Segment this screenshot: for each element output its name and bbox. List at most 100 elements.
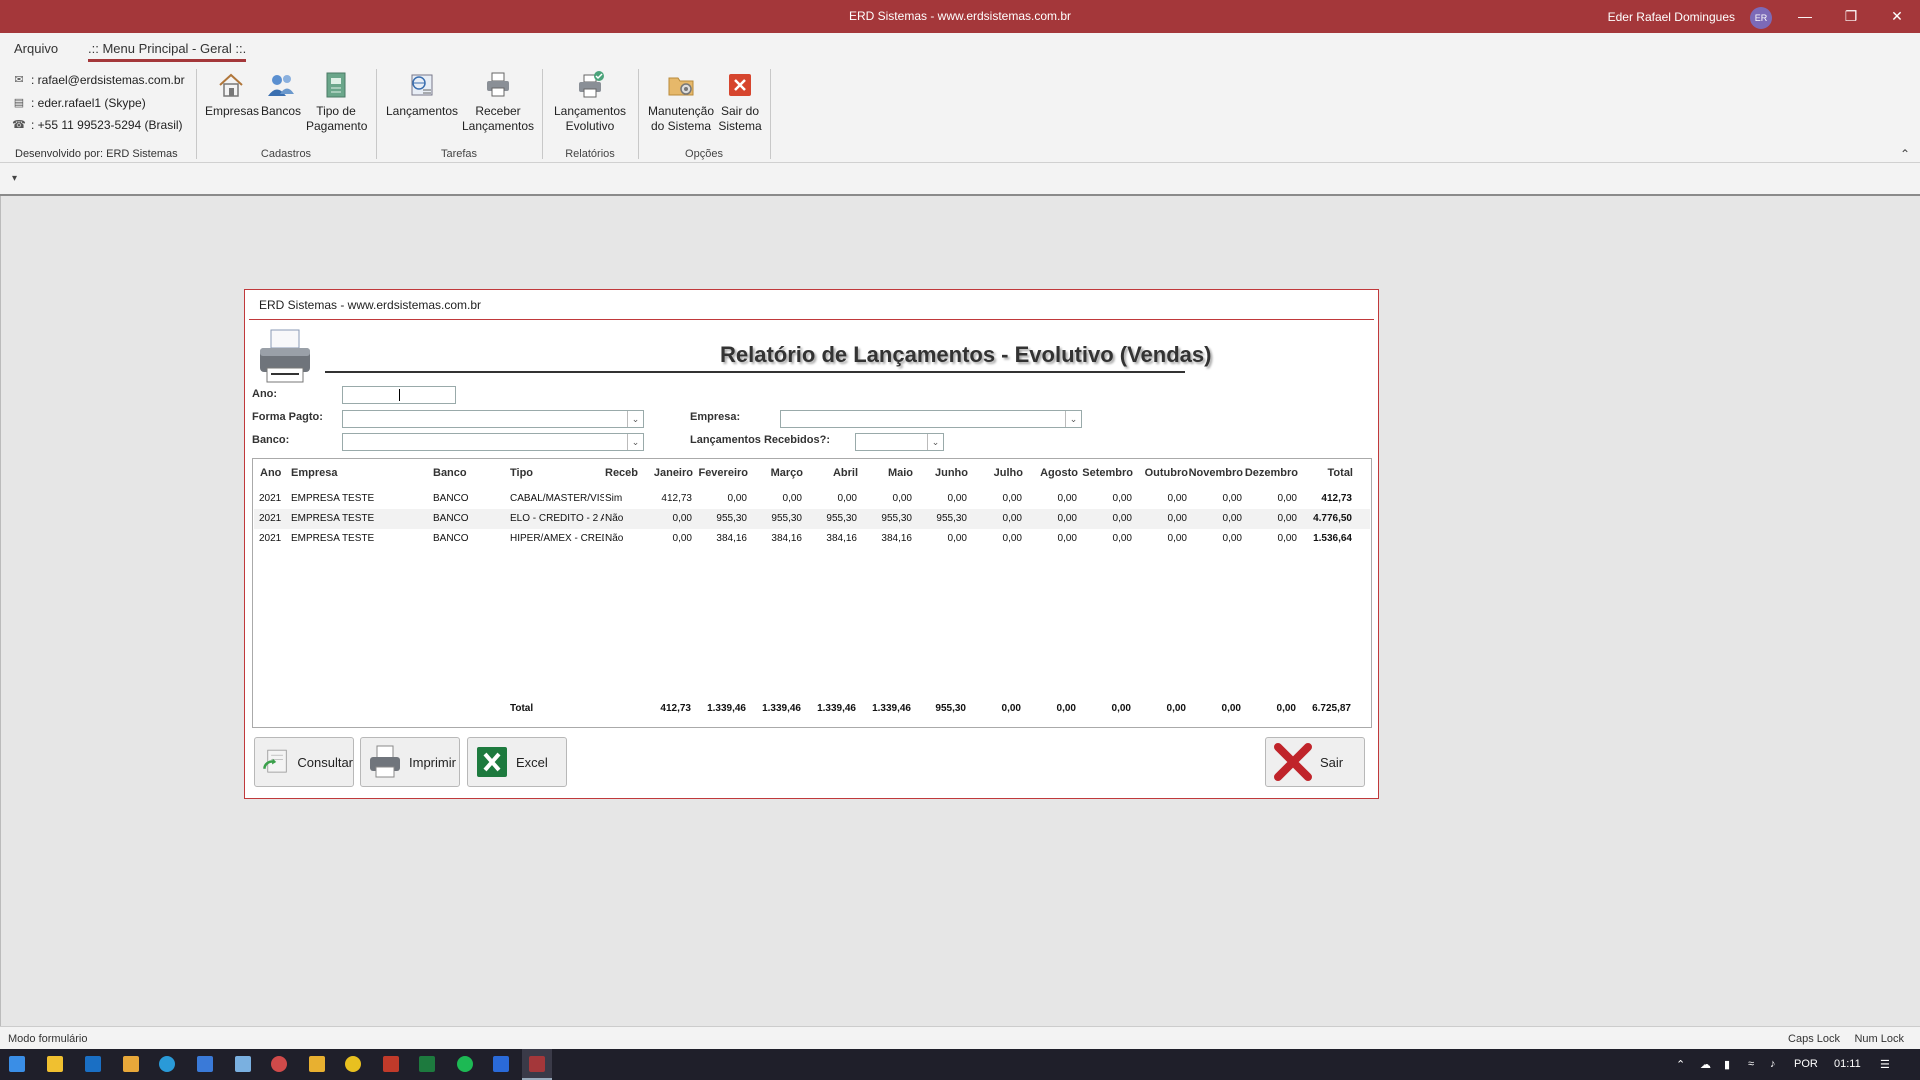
col-header-abril: Abril: [832, 467, 858, 479]
tipo-pagamento-label-1: Tipo de: [316, 104, 356, 118]
app-icon[interactable]: [309, 1056, 325, 1072]
table-cell: 0,00: [947, 533, 967, 544]
banco-select[interactable]: ⌄: [342, 433, 644, 451]
collapse-ribbon-icon[interactable]: ⌃: [1900, 147, 1910, 161]
table-cell: 955,30: [881, 513, 912, 524]
word-icon[interactable]: [493, 1056, 509, 1072]
table-cell: 0,00: [1167, 513, 1187, 524]
cloud-icon[interactable]: ☁: [1700, 1058, 1711, 1071]
tab-menu-principal[interactable]: .:: Menu Principal - Geral ::.: [88, 41, 247, 62]
restore-button[interactable]: ❐: [1828, 0, 1874, 33]
chrome-icon[interactable]: [345, 1056, 361, 1072]
excel-icon: [477, 747, 507, 777]
wifi-icon[interactable]: ≈: [1748, 1058, 1754, 1070]
contact-phone-text: : +55 11 99523-5294 (Brasil): [31, 118, 183, 132]
group-label-tarefas: Tarefas: [440, 148, 478, 160]
table-cell: 0,00: [1112, 533, 1132, 544]
house-icon: [219, 73, 243, 97]
document-icon: [326, 72, 346, 98]
status-bar: Modo formulário Caps Lock Num Lock: [0, 1026, 1920, 1049]
receber-label-1: Receber: [475, 104, 521, 118]
table-cell: 955,30: [716, 513, 747, 524]
chevron-down-icon[interactable]: ⌄: [927, 434, 943, 450]
excel-button[interactable]: Excel: [467, 737, 567, 787]
table-cell: 412,73: [661, 493, 692, 504]
evolutivo-label-2: Evolutivo: [565, 119, 615, 133]
ribbon: ✉ : rafael@erdsistemas.com.br ▤ : eder.r…: [0, 63, 1920, 163]
table-cell: Sim: [605, 493, 623, 504]
chevron-down-icon[interactable]: ⌄: [627, 411, 643, 427]
table-cell: CABAL/MASTER/VISA - DEBITO: [510, 493, 604, 504]
lancamentos-label: Lançamentos: [385, 104, 459, 118]
edge-icon[interactable]: [159, 1056, 175, 1072]
app-icon[interactable]: [271, 1056, 287, 1072]
developer-label: Desenvolvido por: ERD Sistemas: [15, 148, 178, 160]
empresas-button[interactable]: Empresas: [205, 70, 260, 119]
folder-icon[interactable]: [123, 1056, 139, 1072]
minimize-button[interactable]: —: [1782, 0, 1828, 33]
tab-arquivo[interactable]: Arquivo: [14, 41, 58, 56]
forma-pagto-select[interactable]: ⌄: [342, 410, 644, 428]
table-cell: 0,00: [672, 513, 692, 524]
tipo-pagamento-button[interactable]: Tipo de Pagamento: [306, 70, 367, 134]
table-cell: 384,16: [826, 533, 857, 544]
table-cell: 2021: [259, 513, 282, 524]
volume-icon[interactable]: ♪: [1770, 1058, 1776, 1070]
windows-start-icon[interactable]: [9, 1056, 25, 1072]
chevron-down-icon[interactable]: ⌄: [1065, 411, 1081, 427]
receber-lancamentos-button[interactable]: Receber Lançamentos: [460, 70, 536, 134]
col-header-outubro: Outubro: [1144, 467, 1188, 479]
chevron-down-icon[interactable]: ⌄: [627, 434, 643, 450]
user-name[interactable]: Eder Rafael Domingues: [1608, 10, 1735, 24]
excel-icon[interactable]: [419, 1056, 435, 1072]
app-icon[interactable]: [383, 1056, 399, 1072]
sair-sistema-button[interactable]: Sair do Sistema: [716, 70, 764, 134]
chevron-up-icon[interactable]: ⌃: [1676, 1058, 1685, 1071]
table-cell: EMPRESA TESTE: [291, 493, 375, 504]
battery-icon[interactable]: ▮: [1724, 1058, 1730, 1071]
table-row[interactable]: 2021 EMPRESA TESTE BANCO ELO - CREDITO - 2 …: [254, 509, 1370, 529]
notification-icon[interactable]: ☰: [1880, 1058, 1890, 1071]
close-icon: [1274, 743, 1312, 781]
lancamentos-button[interactable]: Lançamentos: [384, 70, 460, 119]
bancos-button[interactable]: Bancos: [259, 70, 303, 119]
banco-label: Banco:: [252, 434, 290, 446]
close-button[interactable]: ✕: [1874, 0, 1920, 33]
access-icon[interactable]: [529, 1056, 545, 1072]
table-cell: ELO - CREDITO - 2 A 6: [510, 513, 604, 524]
sair-sistema-label-1: Sair do: [720, 104, 760, 118]
clock[interactable]: 01:11: [1834, 1058, 1861, 1070]
quick-access-bar: ▾: [0, 163, 1920, 196]
avatar[interactable]: ER: [1750, 7, 1772, 29]
group-label-cadastros: Cadastros: [260, 148, 312, 160]
form-window-title: ERD Sistemas - www.erdsistemas.com.br: [259, 298, 482, 312]
recebidos-select[interactable]: ⌄: [855, 433, 944, 451]
col-header-maio: Maio: [887, 467, 913, 479]
notepad-icon[interactable]: [235, 1056, 251, 1072]
file-explorer-icon[interactable]: [47, 1056, 63, 1072]
outlook-icon[interactable]: [85, 1056, 101, 1072]
table-cell: 0,00: [782, 493, 802, 504]
table-row[interactable]: 2021 EMPRESA TESTE BANCO HIPER/AMEX - CREDI…: [254, 529, 1370, 549]
language-indicator[interactable]: POR: [1794, 1058, 1818, 1070]
consultar-button[interactable]: Consultar: [254, 737, 354, 787]
imprimir-button[interactable]: Imprimir: [360, 737, 460, 787]
lancamentos-evolutivo-button[interactable]: Lançamentos Evolutivo: [550, 70, 630, 134]
empresa-select[interactable]: ⌄: [780, 410, 1082, 428]
spotify-icon[interactable]: [457, 1056, 473, 1072]
group-divider: [770, 69, 771, 159]
quick-access-dropdown-icon[interactable]: ▾: [12, 173, 17, 184]
col-header-total: Total: [1327, 467, 1353, 479]
table-cell: 0,00: [1277, 533, 1297, 544]
empresas-label: Empresas: [205, 104, 260, 118]
table-cell: BANCO: [433, 493, 469, 504]
ano-input[interactable]: [342, 386, 456, 404]
table-row[interactable]: 2021 EMPRESA TESTE BANCO CABAL/MASTER/VISA …: [254, 489, 1370, 509]
sair-button[interactable]: Sair: [1265, 737, 1365, 787]
status-mode: Modo formulário: [8, 1033, 88, 1045]
manutencao-sistema-button[interactable]: Manutenção do Sistema: [644, 70, 718, 134]
table-cell: 0,00: [727, 493, 747, 504]
col-header-banco: Banco: [433, 467, 467, 479]
mail-icon[interactable]: [197, 1056, 213, 1072]
col-header-dezembro: Dezembro: [1244, 467, 1298, 479]
